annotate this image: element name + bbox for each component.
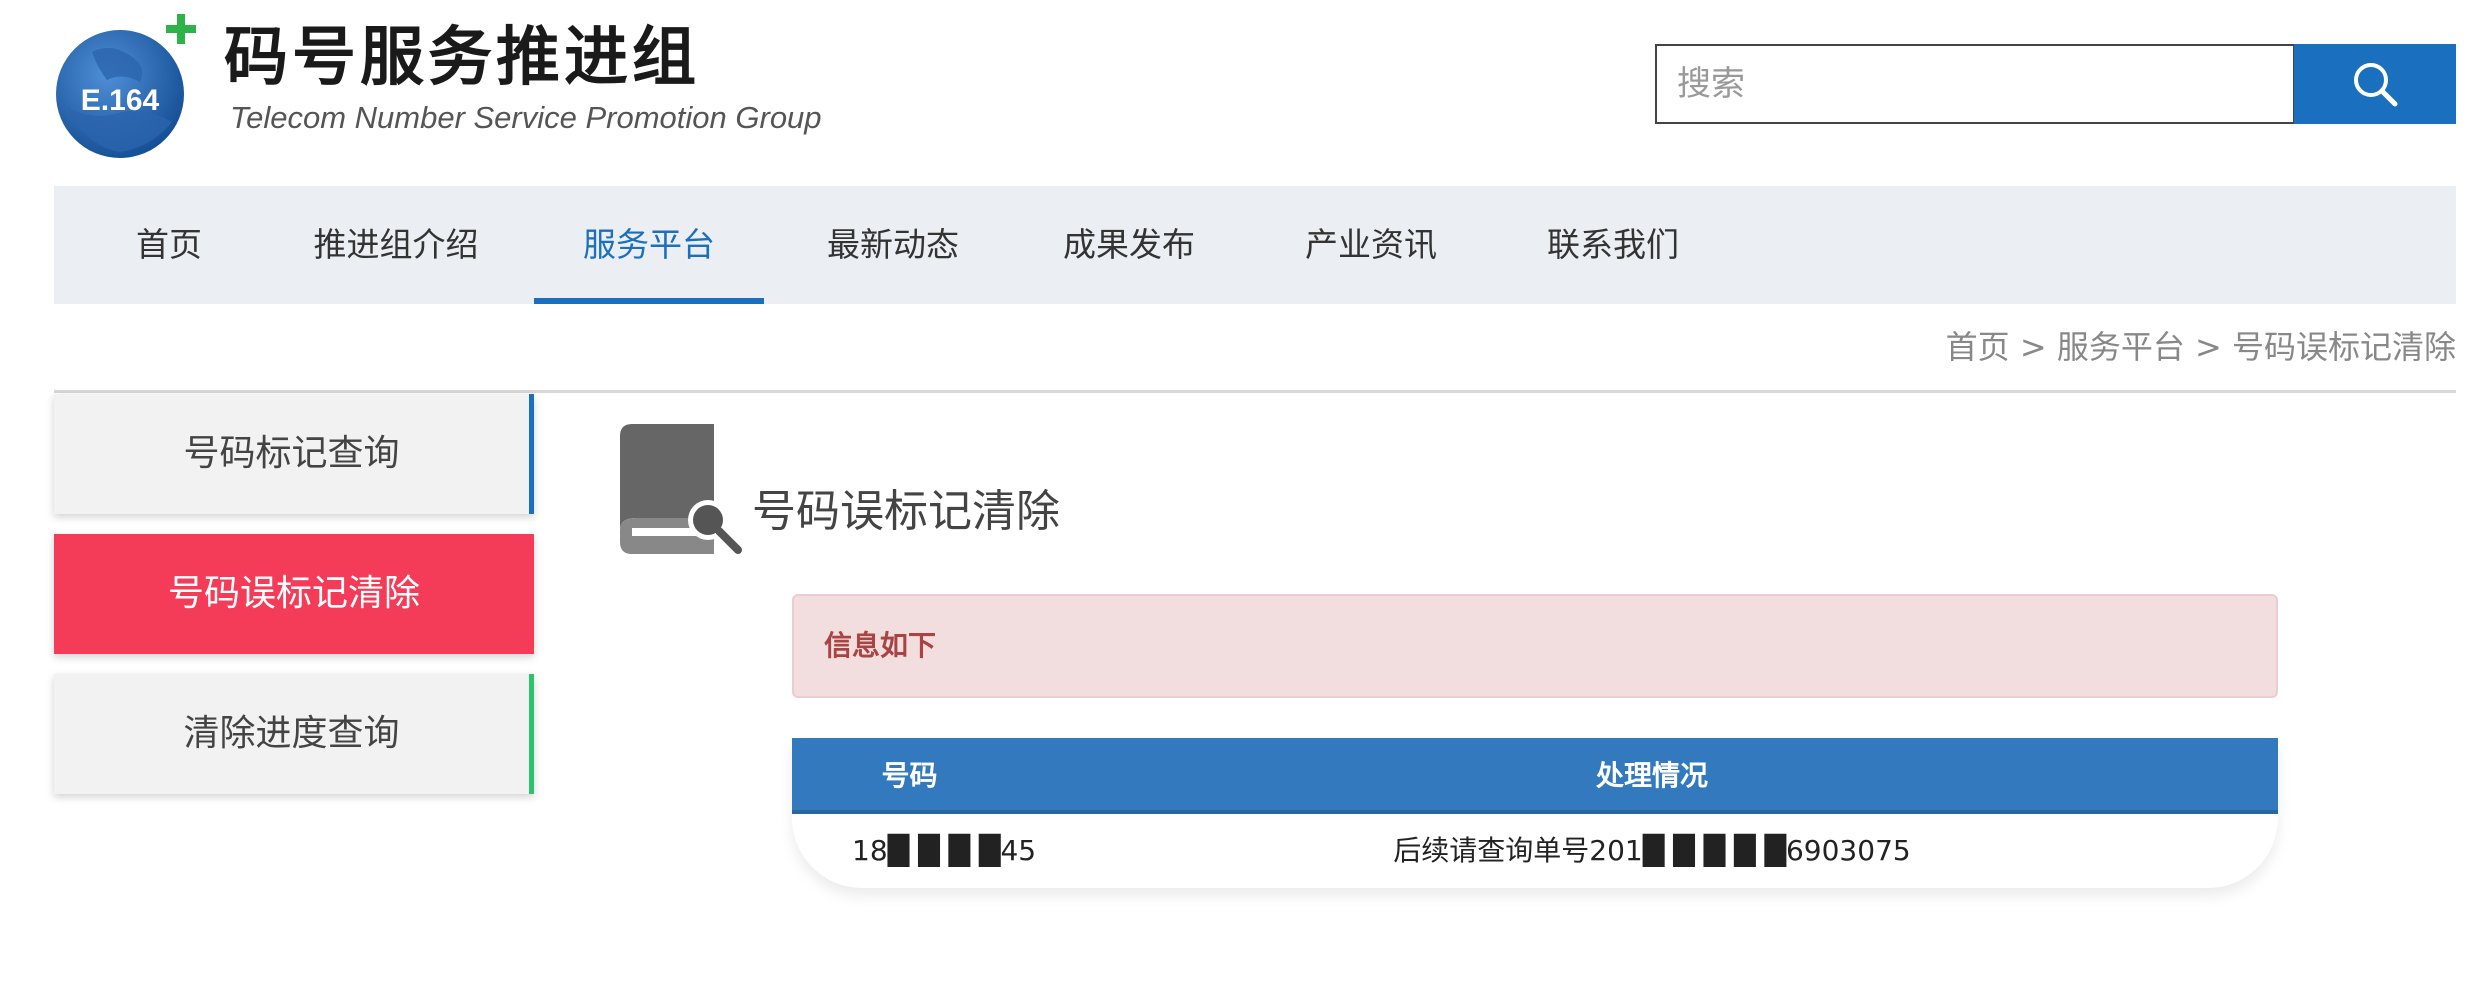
search-icon: [2354, 63, 2398, 107]
sidebar-item-progress-query[interactable]: 清除进度查询: [54, 674, 534, 794]
nav-industry[interactable]: 产业资讯: [1296, 186, 1446, 304]
info-alert: 信息如下: [792, 594, 2278, 698]
nav-contact[interactable]: 联系我们: [1538, 186, 1688, 304]
breadcrumb: 首页 > 服务平台 > 号码误标记清除: [1945, 328, 2456, 366]
sidebar-item-mark-query[interactable]: 号码标记查询: [54, 394, 534, 514]
page-title: 号码误标记清除: [752, 486, 1060, 537]
e164-logo: E.164: [56, 14, 196, 158]
nav-active-indicator: [534, 298, 764, 304]
book-search-icon: [620, 424, 742, 554]
alert-text: 信息如下: [824, 629, 937, 662]
sidebar-item-mark-clear[interactable]: 号码误标记清除: [54, 534, 534, 654]
search-box: [1655, 44, 2295, 124]
divider: [54, 390, 2456, 393]
cell-status: 后续请查询单号201█ █ █ █ █6903075: [1393, 834, 1911, 867]
column-header-status: 处理情况: [1595, 759, 1708, 792]
cell-number: 18█ █ █ █45: [852, 834, 1037, 867]
brand-title: 码号服务推进组: [224, 21, 700, 95]
logo-text: E.164: [81, 84, 160, 117]
nav-service-platform[interactable]: 服务平台: [534, 186, 764, 304]
search-input[interactable]: [1657, 46, 2293, 122]
search-button[interactable]: [2294, 44, 2456, 124]
nav-results[interactable]: 成果发布: [1054, 186, 1204, 304]
nav-about[interactable]: 推进组介绍: [306, 186, 486, 304]
brand-subtitle: Telecom Number Service Promotion Group: [230, 100, 822, 135]
result-table: 号码 处理情况 18█ █ █ █45 后续请查询单号201█ █ █ █ █6…: [792, 738, 2278, 888]
column-header-number: 号码: [881, 759, 938, 792]
nav-home[interactable]: 首页: [114, 186, 224, 304]
nav-news[interactable]: 最新动态: [818, 186, 968, 304]
main-nav: 首页 推进组介绍 服务平台 最新动态 成果发布 产业资讯 联系我们: [54, 186, 2456, 304]
